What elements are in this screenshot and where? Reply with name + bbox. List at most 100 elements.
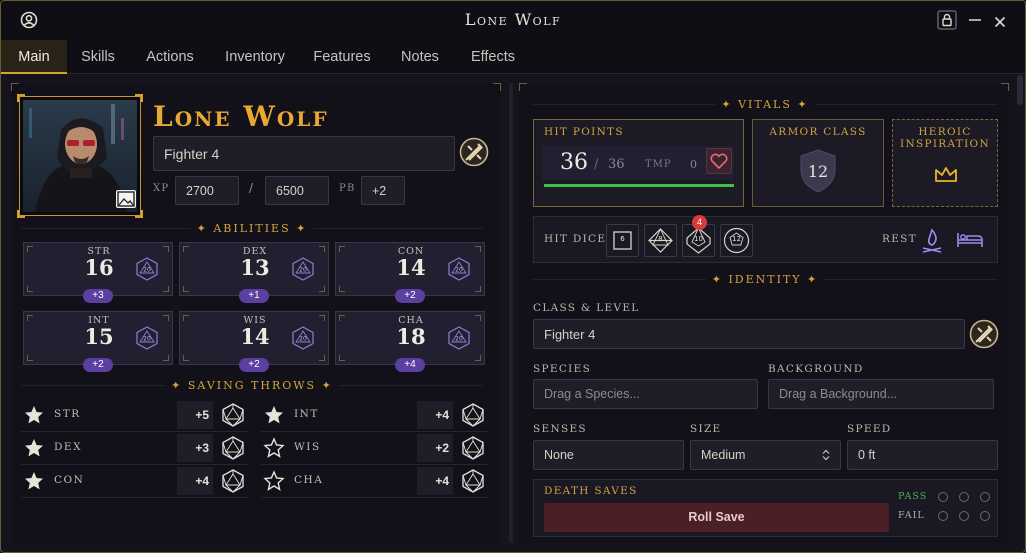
class-level-field[interactable]: Fighter 4 xyxy=(153,136,455,171)
long-rest-bed-icon[interactable] xyxy=(956,230,984,254)
ability-modifier-wis: +2 xyxy=(239,358,269,372)
svg-text:20: 20 xyxy=(143,336,151,343)
hit-die-d10[interactable]: 10 4 xyxy=(682,215,715,257)
fail-row: FAIL xyxy=(898,510,990,521)
d20-roll-icon[interactable] xyxy=(222,403,244,431)
proficiency-star-icon[interactable] xyxy=(23,437,45,463)
roll-save-button[interactable]: Roll Save xyxy=(544,503,889,532)
pass-checkbox-3[interactable] xyxy=(980,491,991,502)
ability-modifier-cha: +4 xyxy=(395,358,425,372)
panel-divider[interactable] xyxy=(509,83,513,543)
minimize-icon[interactable] xyxy=(967,9,983,33)
tab-bar: Main Skills Actions Inventory Features N… xyxy=(1,40,1025,74)
svg-text:20: 20 xyxy=(299,267,307,274)
species-drop-field[interactable]: Drag a Species... xyxy=(533,379,758,409)
tab-inventory[interactable]: Inventory xyxy=(218,40,292,74)
fail-checkbox-2[interactable] xyxy=(958,510,969,521)
saving-throw-cha: CHA +4 xyxy=(261,466,489,496)
proficiency-star-icon[interactable] xyxy=(263,470,285,496)
d20-roll-icon[interactable]: 20 xyxy=(292,257,314,285)
d20-roll-icon[interactable] xyxy=(462,469,484,497)
rest-label: REST xyxy=(882,233,917,245)
class-level-label: CLASS & LEVEL xyxy=(533,302,640,314)
tmp-value[interactable]: 0 xyxy=(690,158,697,171)
abilities-header: ✦ ABILITIES ✦ xyxy=(21,222,483,235)
proficiency-star-icon[interactable] xyxy=(263,404,285,430)
class-emblem-icon[interactable] xyxy=(459,137,489,171)
d20-roll-icon[interactable]: 20 xyxy=(136,257,158,285)
d20-roll-icon[interactable] xyxy=(222,436,244,464)
hit-die-label: 6 xyxy=(620,235,625,243)
fail-label: FAIL xyxy=(898,510,925,521)
ability-int[interactable]: INT 15 20 xyxy=(23,311,173,365)
ability-con[interactable]: CON 14 20 xyxy=(335,242,485,296)
d20-roll-icon[interactable] xyxy=(222,469,244,497)
ability-modifier-int: +2 xyxy=(83,358,113,372)
identity-class-field[interactable]: Fighter 4 xyxy=(533,319,965,349)
proficiency-star-icon[interactable] xyxy=(263,437,285,463)
saving-throw-str: STR +5 xyxy=(21,400,249,430)
change-image-icon[interactable] xyxy=(116,190,136,208)
d20-roll-icon[interactable]: 20 xyxy=(136,326,158,354)
ability-cha[interactable]: CHA 18 20 xyxy=(335,311,485,365)
hp-current[interactable]: 36 xyxy=(560,150,588,175)
tab-notes[interactable]: Notes xyxy=(393,40,447,74)
hit-die-d6[interactable]: 6 xyxy=(606,224,639,257)
hit-points-label: HIT POINTS xyxy=(544,126,624,138)
portrait-frame[interactable] xyxy=(17,94,143,218)
fail-checkbox-3[interactable] xyxy=(979,510,990,521)
proficiency-star-icon[interactable] xyxy=(23,404,45,430)
armor-class-label: ARMOR CLASS xyxy=(769,126,867,138)
hit-die-d8[interactable]: 8 xyxy=(644,224,677,257)
heal-heart-icon[interactable] xyxy=(706,148,732,174)
xp-separator: / xyxy=(249,181,255,195)
death-saves-label: DEATH SAVES xyxy=(544,485,638,497)
speed-label: SPEED xyxy=(847,423,892,435)
ability-modifier-dex: +1 xyxy=(239,289,269,303)
tab-actions[interactable]: Actions xyxy=(139,40,201,74)
pass-checkbox-2[interactable] xyxy=(959,491,970,502)
xp-next-field[interactable]: 6500 xyxy=(265,176,329,205)
lock-icon[interactable] xyxy=(937,10,957,34)
class-emblem-icon-identity[interactable] xyxy=(969,319,999,353)
heroic-inspiration-box[interactable]: HEROIC INSPIRATION xyxy=(892,119,998,207)
save-abbr: WIS xyxy=(294,441,321,453)
saving-throw-int: INT +4 xyxy=(261,400,489,430)
ability-str[interactable]: STR 16 20 xyxy=(23,242,173,296)
heroic-inspiration-label: HEROIC INSPIRATION xyxy=(900,126,990,150)
size-select[interactable]: Medium xyxy=(690,440,841,470)
ability-wis[interactable]: WIS 14 20 xyxy=(179,311,329,365)
hit-die-d12[interactable]: 12 xyxy=(720,224,753,257)
close-icon[interactable] xyxy=(994,13,1006,32)
tab-effects[interactable]: Effects xyxy=(462,40,524,74)
pass-checkbox-1[interactable] xyxy=(938,491,949,502)
d20-roll-icon[interactable] xyxy=(462,436,484,464)
background-drop-field[interactable]: Drag a Background... xyxy=(768,379,994,409)
speed-field[interactable]: 0 ft xyxy=(847,440,998,470)
scrollbar-thumb[interactable] xyxy=(1017,75,1023,105)
title-bar: Lone Wolf xyxy=(1,1,1025,40)
save-value: +3 xyxy=(177,434,213,462)
proficiency-star-icon[interactable] xyxy=(23,470,45,496)
death-saves-box: DEATH SAVES Roll Save PASS FAIL xyxy=(533,479,998,537)
fail-checkbox-1[interactable] xyxy=(937,510,948,521)
senses-field[interactable]: None xyxy=(533,440,684,470)
tab-features[interactable]: Features xyxy=(306,40,378,74)
d20-roll-icon[interactable]: 20 xyxy=(292,326,314,354)
tmp-label: TMP xyxy=(645,159,672,170)
short-rest-campfire-icon[interactable] xyxy=(920,227,944,257)
d20-roll-icon[interactable]: 20 xyxy=(448,257,470,285)
armor-class-value[interactable]: 12 xyxy=(798,162,838,181)
pb-field[interactable]: +2 xyxy=(361,176,405,205)
background-label: BACKGROUND xyxy=(768,363,864,375)
hit-die-label: 8 xyxy=(658,235,663,243)
hit-points-box: HIT POINTS 36 / 36 TMP 0 xyxy=(533,119,744,207)
tab-skills[interactable]: Skills xyxy=(71,40,125,74)
save-value: +4 xyxy=(177,467,213,495)
save-abbr: DEX xyxy=(54,441,83,453)
d20-roll-icon[interactable]: 20 xyxy=(448,326,470,354)
d20-roll-icon[interactable] xyxy=(462,403,484,431)
xp-field[interactable]: 2700 xyxy=(175,176,239,205)
ability-dex[interactable]: DEX 13 20 xyxy=(179,242,329,296)
tab-main[interactable]: Main xyxy=(1,40,67,74)
